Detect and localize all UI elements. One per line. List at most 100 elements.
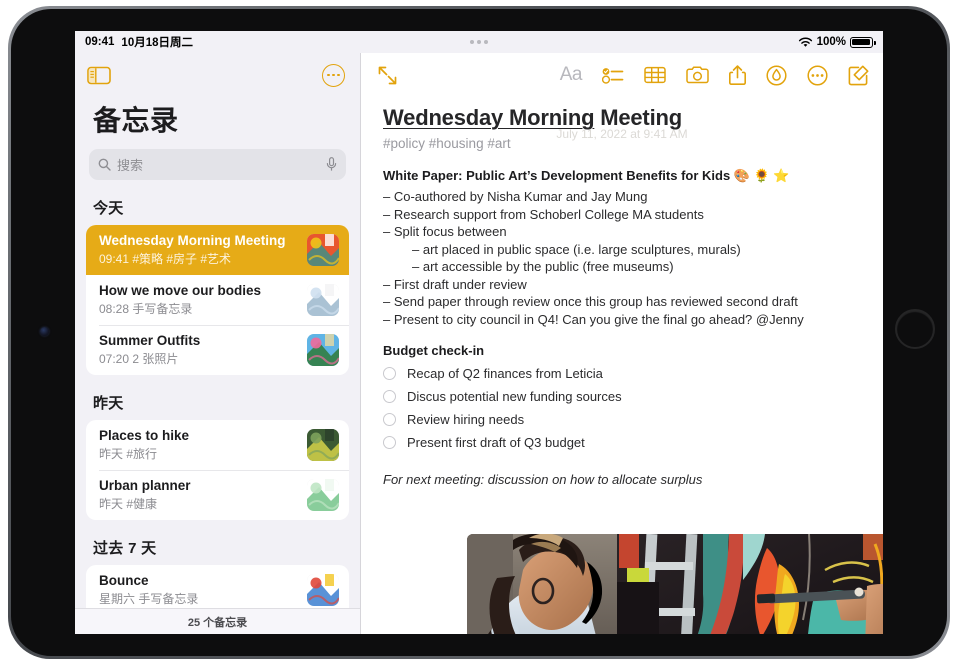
note-list-item-subtitle: 星期六 手写备忘录 bbox=[99, 592, 199, 606]
checklist-item-label: Recap of Q2 finances from Leticia bbox=[407, 366, 603, 381]
note-list-item-selected[interactable]: Wednesday Morning Meeting 09:41 #策略 #房子 #… bbox=[86, 225, 349, 275]
ipad-device: 09:41 10月18日周二 100% 备忘录 搜索 今天 Wednesday … bbox=[0, 0, 958, 665]
table-icon[interactable] bbox=[644, 66, 666, 84]
note-bullet-line: – Research support from Schoberl College… bbox=[383, 206, 704, 222]
status-date: 10月18日周二 bbox=[121, 37, 194, 49]
note-list-item-text: Bounce 星期六 手写备忘录 bbox=[99, 573, 299, 607]
more-ellipsis-circle-icon[interactable] bbox=[807, 64, 828, 86]
note-list-item-title: Wednesday Morning Meeting bbox=[99, 233, 286, 248]
note-tags[interactable]: #policy #housing #art bbox=[383, 136, 863, 151]
status-bar: 09:41 10月18日周二 100% bbox=[75, 31, 883, 53]
note-list-item[interactable]: Summer Outfits 07:20 2 张照片 bbox=[86, 325, 349, 375]
status-bar-right: 100% bbox=[798, 36, 876, 48]
note-list-item-subtitle: 昨天 #旅行 bbox=[99, 447, 158, 461]
notes-sidebar: 备忘录 搜索 今天 Wednesday Morning Meeting 09:41 bbox=[75, 53, 360, 634]
checklist-icon[interactable] bbox=[602, 67, 624, 84]
text-format-button[interactable]: Aa bbox=[560, 64, 583, 86]
note-list-item-text: Summer Outfits 07:20 2 张照片 bbox=[99, 333, 299, 367]
hiking-trail-photo-thumbnail bbox=[307, 429, 339, 461]
note-content[interactable]: Wednesday Morning Meeting #policy #housi… bbox=[361, 97, 883, 487]
note-group-card: Places to hike 昨天 #旅行 Urban planner 昨天 #健康 bbox=[86, 420, 349, 520]
note-list-item-title: Urban planner bbox=[99, 478, 191, 493]
status-bar-left: 09:41 10月18日周二 bbox=[85, 34, 193, 50]
notes-count-footer: 25 个备忘录 bbox=[75, 608, 360, 634]
camera-icon[interactable] bbox=[686, 66, 709, 84]
dot bbox=[327, 73, 331, 77]
section-header: 过去 7 天 bbox=[93, 540, 157, 557]
checkbox-unchecked-icon[interactable] bbox=[383, 413, 396, 426]
sidebar-toggle-icon[interactable] bbox=[87, 66, 111, 85]
note-list-item[interactable]: How we move our bodies 08:28 手写备忘录 bbox=[86, 275, 349, 325]
microphone-icon[interactable] bbox=[326, 157, 337, 172]
compose-new-note-icon[interactable] bbox=[848, 65, 869, 86]
note-list-item-text: Places to hike 昨天 #旅行 bbox=[99, 428, 299, 462]
checkbox-unchecked-icon[interactable] bbox=[383, 390, 396, 403]
note-list-item[interactable]: Urban planner 昨天 #健康 bbox=[86, 470, 349, 520]
summer-outfit-photo-thumbnail bbox=[307, 334, 339, 366]
note-list-item-text: Wednesday Morning Meeting 09:41 #策略 #房子 #… bbox=[99, 233, 299, 267]
page-title: 备忘录 bbox=[93, 105, 179, 136]
search-icon bbox=[98, 158, 111, 171]
section-header: 今天 bbox=[93, 200, 124, 217]
battery-percent-label: 100% bbox=[816, 36, 846, 48]
search-input[interactable]: 搜索 bbox=[89, 149, 346, 180]
note-bullet-line: – art accessible by the public (free mus… bbox=[412, 259, 674, 274]
note-list-item[interactable]: Places to hike 昨天 #旅行 bbox=[86, 420, 349, 470]
checkbox-unchecked-icon[interactable] bbox=[383, 367, 396, 380]
note-bullet-line: – Split focus between bbox=[383, 224, 507, 239]
checklist-row[interactable]: Review hiring needs bbox=[383, 408, 863, 431]
note-bullet-line: – Co-authored by Nisha Kumar and Jay Mun… bbox=[383, 189, 648, 204]
note-title-underlined: Wednesday Morning bbox=[383, 105, 595, 130]
note-sections: 今天 Wednesday Morning Meeting 09:41 #策略 #房子… bbox=[75, 180, 360, 634]
note-checklist: Recap of Q2 finances from Leticia Discus … bbox=[383, 362, 863, 454]
note-bullet-line: – Present to city council in Q4! Can you… bbox=[383, 311, 804, 327]
note-bullet-line: – Send paper through review once this gr… bbox=[383, 294, 798, 309]
sidebar-more-icon[interactable] bbox=[322, 63, 345, 87]
section-header: 昨天 bbox=[93, 395, 124, 412]
note-list-item-text: Urban planner 昨天 #健康 bbox=[99, 478, 299, 512]
dot bbox=[484, 40, 488, 44]
handwritten-note-thumbnail bbox=[307, 284, 339, 316]
checklist-row[interactable]: Discus potential new funding sources bbox=[383, 385, 863, 408]
sidebar-toolbar bbox=[75, 53, 360, 97]
dot bbox=[470, 40, 474, 44]
checklist-heading: Budget check-in bbox=[383, 343, 485, 358]
checklist-row[interactable]: Recap of Q2 finances from Leticia bbox=[383, 362, 863, 385]
note-section-heading: White Paper: Public Art’s Development Be… bbox=[383, 168, 790, 183]
note-title-plain: Meeting bbox=[594, 105, 682, 130]
editor-toolbar: Aa bbox=[361, 53, 883, 97]
note-bullet-list: – Co-authored by Nisha Kumar and Jay Mun… bbox=[383, 188, 863, 328]
search-container: 搜索 bbox=[75, 149, 360, 180]
battery-icon bbox=[850, 36, 876, 48]
apple-pencil-attach-ring bbox=[895, 309, 935, 349]
checkbox-unchecked-icon[interactable] bbox=[383, 436, 396, 449]
note-list-item-subtitle: 09:41 #策略 #房子 #艺术 bbox=[99, 252, 232, 266]
editor-toolbar-actions: Aa bbox=[560, 64, 869, 86]
note-heading-title: Wednesday Morning Meeting bbox=[383, 105, 863, 131]
dot bbox=[336, 73, 340, 77]
search-placeholder: 搜索 bbox=[117, 158, 144, 173]
note-list-item-title: Bounce bbox=[99, 573, 149, 588]
note-list-item-title: Summer Outfits bbox=[99, 333, 201, 348]
note-list-item-text: How we move our bodies 08:28 手写备忘录 bbox=[99, 283, 299, 317]
expand-diagonal-arrows-icon[interactable] bbox=[377, 65, 398, 86]
front-camera-dot bbox=[40, 327, 49, 336]
markup-pen-icon[interactable] bbox=[766, 64, 787, 86]
wifi-icon bbox=[798, 37, 812, 47]
checklist-item-label: Discus potential new funding sources bbox=[407, 389, 622, 404]
urban-plan-sketch-thumbnail bbox=[307, 479, 339, 511]
checklist-row[interactable]: Present first draft of Q3 budget bbox=[383, 431, 863, 454]
note-group-card: Wednesday Morning Meeting 09:41 #策略 #房子 #… bbox=[86, 225, 349, 375]
note-list-item-subtitle: 昨天 #健康 bbox=[99, 497, 158, 511]
note-list-item-subtitle: 08:28 手写备忘录 bbox=[99, 302, 193, 316]
note-bullet-line: – First draft under review bbox=[383, 276, 527, 292]
muralist-painting-wall-photo[interactable] bbox=[467, 534, 883, 634]
multitasking-dots-icon[interactable] bbox=[470, 40, 488, 44]
dot bbox=[332, 73, 335, 77]
status-time: 09:41 bbox=[85, 36, 115, 48]
note-list-item-title: Places to hike bbox=[99, 428, 190, 443]
share-upload-icon[interactable] bbox=[729, 65, 746, 85]
note-list-item-title: How we move our bodies bbox=[99, 283, 262, 298]
dot bbox=[477, 40, 481, 44]
